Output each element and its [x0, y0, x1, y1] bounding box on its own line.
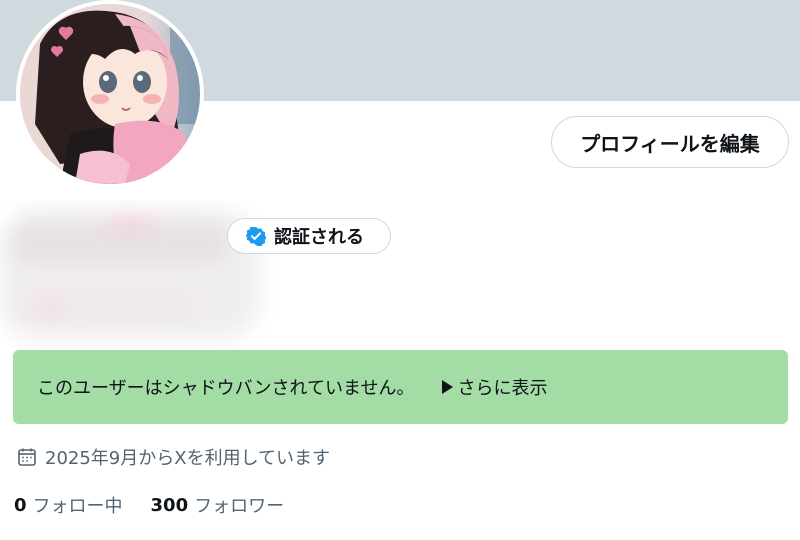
notice-text: このユーザーはシャドウバンされていません。: [37, 378, 415, 399]
avatar[interactable]: [16, 0, 204, 188]
verified-label: 認証される: [274, 227, 364, 248]
verified-check-icon: [246, 226, 266, 246]
calendar-icon: [18, 448, 36, 466]
following-count: 0: [14, 494, 27, 516]
following-link[interactable]: 0 フォロー中: [14, 492, 123, 518]
show-more-link[interactable]: さらに表示: [442, 374, 547, 400]
followers-count: 300: [150, 494, 189, 516]
verified-badge[interactable]: 認証される: [227, 218, 391, 254]
edit-profile-button[interactable]: プロフィールを編集: [551, 116, 789, 168]
show-more-label: さらに表示: [457, 378, 548, 399]
joined-text: 2025年9月からXを利用しています: [45, 448, 331, 469]
following-label: フォロー中: [32, 496, 123, 517]
avatar-illustration: [20, 4, 200, 184]
followers-label: フォロワー: [194, 496, 285, 517]
joined-date: 2025年9月からXを利用しています: [17, 444, 330, 470]
triangle-right-icon: [442, 380, 454, 394]
followers-link[interactable]: 300 フォロワー: [151, 492, 285, 518]
follow-stats: 0 フォロー中 300 フォロワー: [14, 492, 284, 518]
profile-page: プロフィールを編集 認証される このユーザーはシャドウバンされていません。 さら…: [0, 0, 800, 540]
shadowban-notice: このユーザーはシャドウバンされていません。 さらに表示: [13, 350, 788, 424]
